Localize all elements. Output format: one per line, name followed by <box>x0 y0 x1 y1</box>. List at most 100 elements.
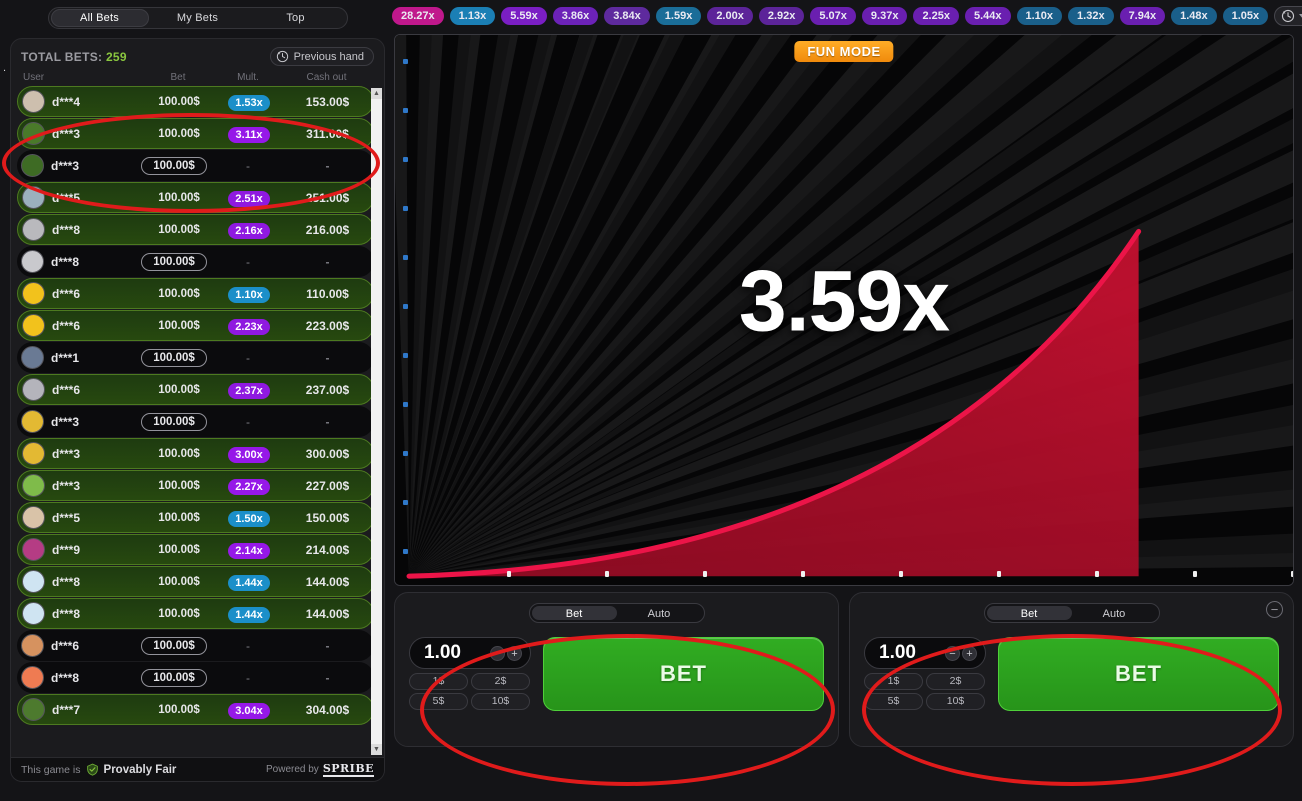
table-row[interactable]: d***3 100.00$ - - <box>17 406 374 437</box>
bet-amount: 100.00$ <box>158 383 200 396</box>
history-multiplier-chip[interactable]: 1.48x <box>1171 7 1217 25</box>
bets-tab-top[interactable]: Top <box>247 9 345 27</box>
history-multiplier-chip[interactable]: 2.00x <box>707 7 753 25</box>
quick-amount-button[interactable]: 1$ <box>409 673 468 690</box>
table-row[interactable]: d***1 100.00$ - - <box>17 342 374 373</box>
table-row[interactable]: d***4 100.00$ 1.53x 153.00$ <box>17 86 374 117</box>
bet-user-name: d***3 <box>51 158 80 173</box>
x-axis-tick-dot <box>997 571 1001 577</box>
table-row[interactable]: d***8 100.00$ 2.16x 216.00$ <box>17 214 374 245</box>
history-multiplier-chip[interactable]: 7.94x <box>1119 7 1166 25</box>
history-multiplier-chip[interactable]: 9.37x <box>861 7 908 25</box>
tab-bet[interactable]: Bet <box>986 606 1072 620</box>
quick-amount-button[interactable]: 1$ <box>864 673 923 690</box>
history-multiplier-chip[interactable]: 28.27x <box>392 7 444 25</box>
bets-tab-my-bets[interactable]: My Bets <box>149 9 247 27</box>
collapse-panel-button[interactable]: − <box>1266 601 1283 618</box>
avatar <box>21 154 44 177</box>
table-row[interactable]: d***6 100.00$ 2.37x 237.00$ <box>17 374 374 405</box>
avatar <box>22 186 45 209</box>
history-multiplier-chip[interactable]: 1.13x <box>449 7 496 25</box>
bet-button[interactable]: BET <box>543 637 824 711</box>
bet-amount: 100.00$ <box>158 127 200 140</box>
bet-user-name: d***3 <box>52 126 81 141</box>
bets-list-scroll-area[interactable]: d***4 100.00$ 1.53x 153.00$ d***3 100.00$ 3.11… <box>11 86 384 757</box>
bet-mode-tabs: Bet Auto <box>983 603 1160 623</box>
clock-history-icon <box>1282 9 1295 23</box>
bet-cashout: 300.00$ <box>305 446 350 461</box>
stake-input[interactable]: 1.00 − + <box>409 637 531 669</box>
left-edge-marker: . <box>3 62 7 74</box>
previous-hand-button[interactable]: Previous hand <box>269 47 374 66</box>
table-row[interactable]: d***5 100.00$ 2.51x 251.00$ <box>17 182 374 213</box>
history-multiplier-chip[interactable]: 5.59x <box>501 7 547 25</box>
bets-list-scrollbar[interactable]: ▲ ▼ <box>371 88 382 755</box>
stake-increase-button[interactable]: + <box>962 645 977 661</box>
scroll-up-arrow-icon[interactable]: ▲ <box>371 88 382 99</box>
table-row[interactable]: d***3 100.00$ 2.27x 227.00$ <box>17 470 374 501</box>
table-row[interactable]: d***6 100.00$ 1.10x 110.00$ <box>17 278 374 309</box>
quick-amount-button[interactable]: 10$ <box>471 693 530 710</box>
bet-button[interactable]: BET <box>998 637 1279 711</box>
bet-cashout: 110.00$ <box>306 286 349 301</box>
bet-amount: 100.00$ <box>141 348 207 367</box>
provably-fair-label: Provably Fair <box>103 763 177 776</box>
table-row[interactable]: d***7 100.00$ 3.04x 304.00$ <box>17 694 374 725</box>
x-axis-tick-dot <box>507 571 511 577</box>
stake-increase-button[interactable]: + <box>507 645 522 661</box>
table-row[interactable]: d***3 100.00$ 3.11x 311.00$ <box>17 118 374 149</box>
avatar <box>22 314 45 337</box>
avatar <box>22 442 45 465</box>
tab-auto[interactable]: Auto <box>1072 606 1157 620</box>
history-multiplier-chip[interactable]: 3.84x <box>604 7 650 25</box>
table-row[interactable]: d***8 100.00$ - - <box>17 246 374 277</box>
tab-auto[interactable]: Auto <box>617 606 702 620</box>
bet-amount: 100.00$ <box>158 287 200 300</box>
quick-amount-button[interactable]: 5$ <box>409 693 468 710</box>
stake-column: 1.00− + 1$ 2$ 5$ 10$ <box>409 637 531 710</box>
table-row[interactable]: d***6 100.00$ 2.23x 223.00$ <box>17 310 374 341</box>
table-row[interactable]: d***3 100.00$ 3.00x 300.00$ <box>17 438 374 469</box>
x-axis-tick-dot <box>1291 571 1293 577</box>
bet-cashout: - <box>325 350 330 365</box>
y-axis-tick-dot <box>403 157 408 162</box>
table-row[interactable]: d***8 100.00$ - - <box>17 662 374 693</box>
stake-input[interactable]: 1.00 − + <box>864 637 986 669</box>
history-multiplier-chip[interactable]: 2.25x <box>913 7 959 25</box>
table-row[interactable]: d***6 100.00$ - - <box>17 630 374 661</box>
history-multiplier-chip[interactable]: 3.86x <box>552 7 599 25</box>
history-multiplier-chip[interactable]: 5.07x <box>810 7 856 25</box>
table-row[interactable]: d***3 100.00$ - - <box>17 150 374 181</box>
bet-user-name: d***9 <box>52 542 81 557</box>
bet-amount: 100.00$ <box>141 636 207 655</box>
history-multiplier-chip[interactable]: 1.59x <box>655 7 702 25</box>
history-multiplier-chip[interactable]: 2.92x <box>758 7 805 25</box>
quick-amount-button[interactable]: 2$ <box>471 673 530 690</box>
quick-amount-button[interactable]: 2$ <box>926 673 985 690</box>
stake-decrease-button[interactable]: − <box>490 645 505 661</box>
bet-amount: 100.00$ <box>158 319 200 332</box>
quick-amount-button[interactable]: 10$ <box>926 693 985 710</box>
history-toggle-button[interactable] <box>1274 6 1302 26</box>
tab-bet[interactable]: Bet <box>531 606 617 620</box>
table-row[interactable]: d***9 100.00$ 2.14x 214.00$ <box>17 534 374 565</box>
bets-tab-all-bets[interactable]: All Bets <box>50 9 149 27</box>
provably-fair-block[interactable]: This game is Provably Fair <box>21 763 176 776</box>
table-row[interactable]: d***8 100.00$ 1.44x 144.00$ <box>17 566 374 597</box>
x-axis-tick-dot <box>605 571 609 577</box>
bet-multiplier-cell: 1.44x <box>216 605 282 623</box>
table-row[interactable]: d***8 100.00$ 1.44x 144.00$ <box>17 598 374 629</box>
quick-amount-button[interactable]: 5$ <box>864 693 923 710</box>
history-multiplier-chip[interactable]: 1.10x <box>1016 7 1063 25</box>
x-axis-tick-dot <box>703 571 707 577</box>
scroll-down-arrow-icon[interactable]: ▼ <box>371 744 382 755</box>
bet-panel-right: Bet Auto 1.00− + 1$ 2$ 5$ 10$ BET − <box>849 592 1294 747</box>
bet-amount: 100.00$ <box>158 703 200 716</box>
spribe-logo[interactable]: SPRIBE <box>322 762 374 777</box>
history-multiplier-chip[interactable]: 1.05x <box>1222 7 1269 25</box>
history-multiplier-chip[interactable]: 1.32x <box>1068 7 1114 25</box>
history-multiplier-chip[interactable]: 5.44x <box>964 7 1011 25</box>
table-row[interactable]: d***5 100.00$ 1.50x 150.00$ <box>17 502 374 533</box>
stake-decrease-button[interactable]: − <box>945 645 960 661</box>
avatar <box>22 538 45 561</box>
